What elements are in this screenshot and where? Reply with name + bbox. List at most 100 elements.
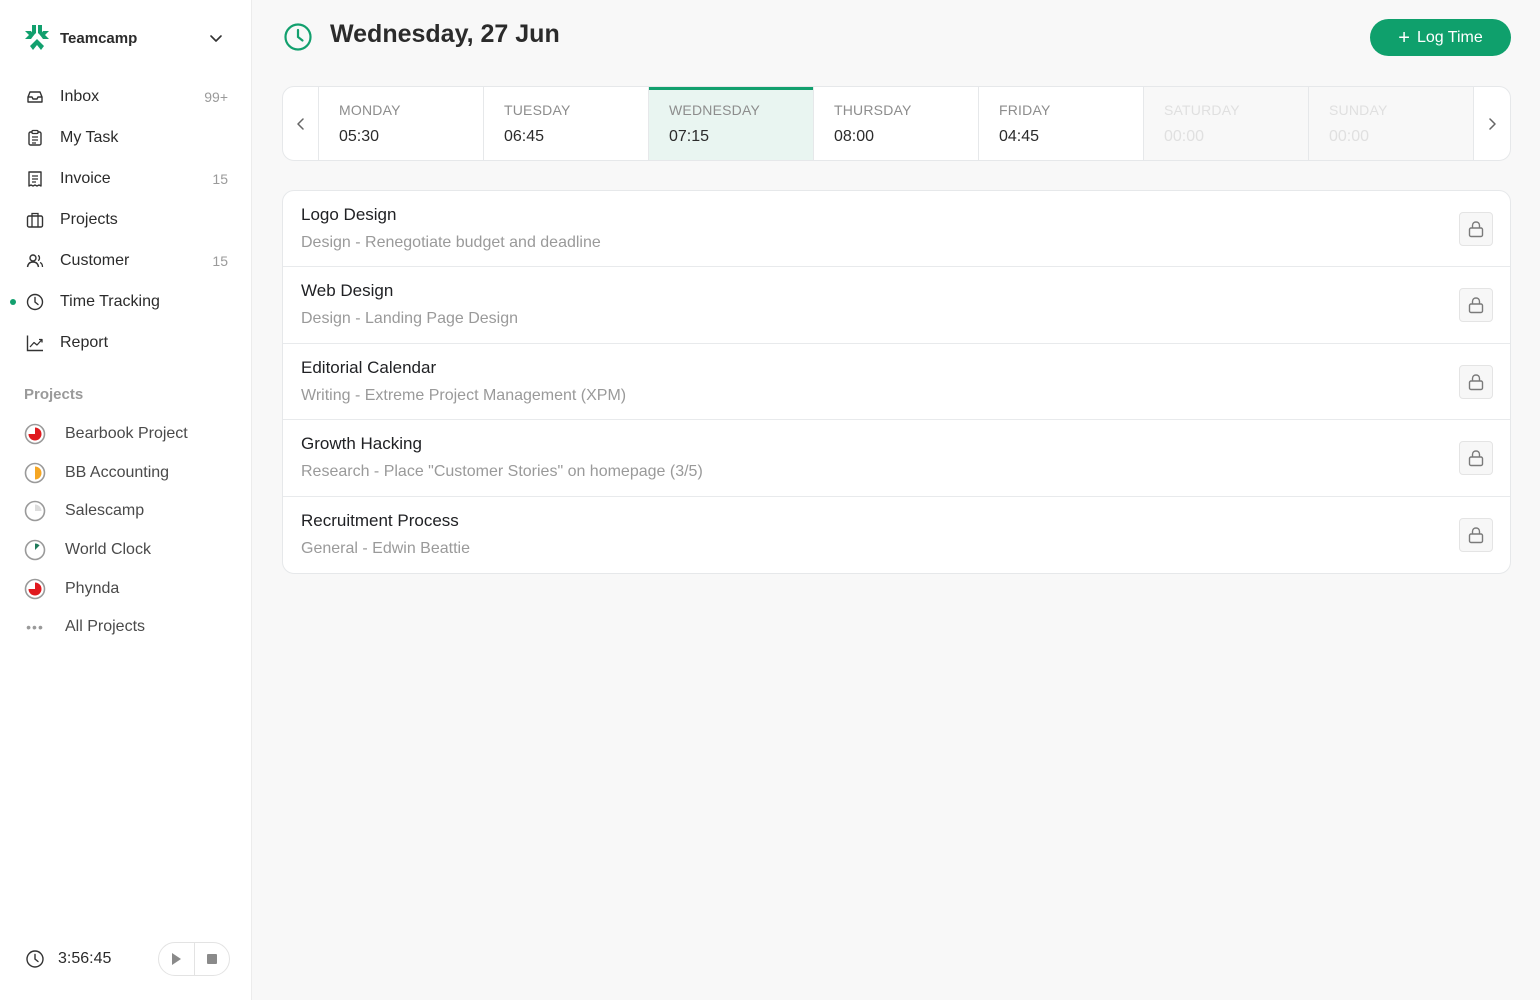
day-total: 04:45 xyxy=(999,128,1040,145)
day-name: SUNDAY xyxy=(1329,102,1388,118)
play-button[interactable] xyxy=(159,943,194,975)
day-total: 06:45 xyxy=(504,128,545,145)
all-projects-link[interactable]: ••• All Projects xyxy=(0,608,252,647)
time-entry-row[interactable]: Editorial Calendar Writing - Extreme Pro… xyxy=(283,344,1510,421)
task-subtitle: Research - Place "Customer Stories" on h… xyxy=(301,463,703,481)
task-title: Web Design xyxy=(301,281,394,301)
chart-line-icon xyxy=(24,332,46,354)
nav-item-label: Inbox xyxy=(60,87,100,105)
stop-icon xyxy=(206,954,217,964)
day-tab-saturday[interactable]: SATURDAY 00:00 xyxy=(1144,87,1309,160)
workspace-switcher[interactable]: Teamcamp xyxy=(22,22,232,54)
chevron-right-icon xyxy=(1489,117,1496,130)
day-tab-monday[interactable]: MONDAY 05:30 xyxy=(319,87,484,160)
clipboard-icon xyxy=(24,127,46,149)
project-progress-icon xyxy=(24,539,46,561)
lock-button[interactable] xyxy=(1459,441,1493,476)
receipt-icon xyxy=(24,168,46,190)
active-timer: 3:56:45 xyxy=(24,940,230,978)
clock-icon xyxy=(26,950,44,968)
time-entry-row[interactable]: Logo Design Design - Renegotiate budget … xyxy=(283,191,1510,268)
nav-item-label: Time Tracking xyxy=(60,292,160,310)
task-title: Editorial Calendar xyxy=(301,357,437,377)
sidebar: Teamcamp Inbox 99+ My Task Invoice 15 Pr… xyxy=(0,0,252,1000)
project-list: Bearbook Project BB Accounting Salescamp… xyxy=(0,415,252,647)
project-progress-icon xyxy=(24,462,46,484)
lock-button[interactable] xyxy=(1459,517,1493,552)
task-title: Logo Design xyxy=(301,205,397,224)
time-entry-row[interactable]: Growth Hacking Research - Place "Custome… xyxy=(283,420,1510,497)
project-name: Salescamp xyxy=(65,502,145,520)
lock-button[interactable] xyxy=(1459,212,1493,246)
nav-item-label: Invoice xyxy=(60,169,111,187)
nav-item-report[interactable]: Report xyxy=(0,322,252,363)
nav-item-time-tracking[interactable]: Time Tracking xyxy=(0,281,252,322)
main-content: Wednesday, 27 Jun + Log Time MONDAY 05:3… xyxy=(253,0,1540,1000)
task-subtitle: Writing - Extreme Project Management (XP… xyxy=(301,386,627,404)
timer-controls xyxy=(158,942,230,976)
day-tab-tuesday[interactable]: TUESDAY 06:45 xyxy=(484,87,649,160)
day-tab-thursday[interactable]: THURSDAY 08:00 xyxy=(814,87,979,160)
nav-item-count: 15 xyxy=(212,170,228,187)
main-nav: Inbox 99+ My Task Invoice 15 Projects Cu… xyxy=(0,76,252,363)
day-tab-friday[interactable]: FRIDAY 04:45 xyxy=(979,87,1144,160)
time-entry-row[interactable]: Recruitment Process General - Edwin Beat… xyxy=(283,497,1510,573)
nav-item-label: Customer xyxy=(60,251,130,269)
previous-week-button[interactable] xyxy=(283,87,319,160)
lock-icon xyxy=(1468,526,1484,543)
next-week-button[interactable] xyxy=(1474,87,1510,160)
project-name: Bearbook Project xyxy=(65,425,188,443)
project-progress-icon xyxy=(24,501,46,522)
teamcamp-logo-icon xyxy=(25,25,49,50)
chevron-left-icon xyxy=(296,117,304,130)
nav-item-label: My Task xyxy=(60,128,119,146)
project-name: BB Accounting xyxy=(65,463,170,481)
nav-item-customer[interactable]: Customer 15 xyxy=(0,240,252,281)
day-total: 08:00 xyxy=(834,128,875,145)
play-icon xyxy=(172,953,182,965)
task-subtitle: General - Edwin Beattie xyxy=(301,539,470,557)
workspace-name: Teamcamp xyxy=(60,29,138,47)
nav-item-inbox[interactable]: Inbox 99+ xyxy=(0,76,252,117)
day-name: TUESDAY xyxy=(504,102,571,118)
all-projects-label: All Projects xyxy=(65,618,146,636)
day-tab-sunday[interactable]: SUNDAY 00:00 xyxy=(1309,87,1474,160)
lock-icon xyxy=(1468,297,1484,314)
lock-icon xyxy=(1468,450,1484,467)
lock-button[interactable] xyxy=(1459,364,1493,399)
day-total: 00:00 xyxy=(1329,128,1370,145)
task-subtitle: Design - Landing Page Design xyxy=(301,310,519,328)
projects-section-title: Projects xyxy=(24,386,84,403)
project-progress-icon xyxy=(24,423,46,445)
task-subtitle: Design - Renegotiate budget and deadline xyxy=(301,234,601,251)
time-entry-row[interactable]: Web Design Design - Landing Page Design xyxy=(283,267,1510,344)
nav-item-count: 99+ xyxy=(204,88,228,105)
project-item[interactable]: BB Accounting xyxy=(0,454,252,493)
day-name: WEDNESDAY xyxy=(669,102,760,118)
plus-icon: + xyxy=(1398,26,1410,49)
project-item[interactable]: World Clock xyxy=(0,531,252,570)
active-indicator xyxy=(10,299,16,305)
nav-item-invoice[interactable]: Invoice 15 xyxy=(0,158,252,199)
timer-value: 3:56:45 xyxy=(58,950,112,967)
day-total: 00:00 xyxy=(1164,128,1205,145)
project-item[interactable]: Salescamp xyxy=(0,492,252,531)
log-time-button[interactable]: + Log Time xyxy=(1370,19,1511,56)
project-item[interactable]: Phynda xyxy=(0,569,252,608)
stop-button[interactable] xyxy=(193,943,230,975)
lock-icon xyxy=(1468,374,1484,390)
page-title: Wednesday, 27 Jun xyxy=(330,20,560,48)
task-title: Growth Hacking xyxy=(301,434,422,454)
day-total: 05:30 xyxy=(339,128,380,145)
day-tab-wednesday[interactable]: WEDNESDAY 07:15 xyxy=(649,87,814,160)
users-icon xyxy=(24,250,46,272)
day-tabs: MONDAY 05:30 TUESDAY 06:45 WEDNESDAY 07:… xyxy=(319,87,1474,160)
day-total: 07:15 xyxy=(669,128,710,145)
project-item[interactable]: Bearbook Project xyxy=(0,415,252,454)
nav-item-label: Report xyxy=(60,333,109,351)
nav-item-my-task[interactable]: My Task xyxy=(0,117,252,158)
day-name: SATURDAY xyxy=(1164,102,1240,118)
lock-button[interactable] xyxy=(1459,288,1493,323)
chevron-down-icon[interactable] xyxy=(208,30,224,46)
nav-item-projects[interactable]: Projects xyxy=(0,199,252,240)
